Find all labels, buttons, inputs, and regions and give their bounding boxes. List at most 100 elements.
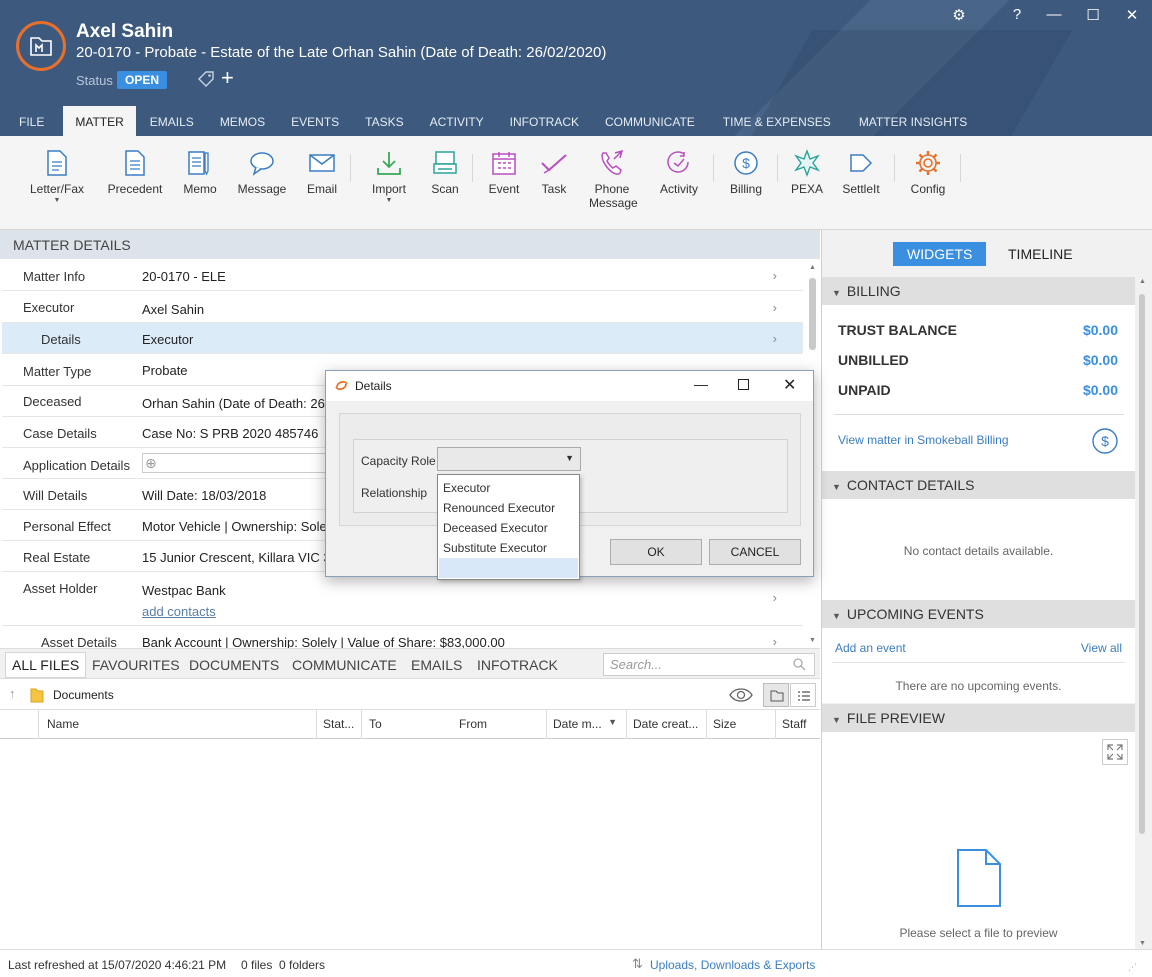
tab-matter-insights[interactable]: MATTER INSIGHTS <box>843 106 979 136</box>
tab-favourites[interactable]: FAVOURITES <box>92 657 180 673</box>
expand-button[interactable] <box>1102 739 1128 765</box>
add-tag-icon[interactable]: + <box>221 67 234 89</box>
right-panel-tabs: WIDGETS TIMELINE <box>822 230 1152 276</box>
events-section-header[interactable]: ▼ UPCOMING EVENTS <box>822 600 1135 628</box>
tab-infotrack[interactable]: INFOTRACK <box>496 106 591 136</box>
minimize-icon[interactable]: — <box>694 376 708 392</box>
phone-message-button[interactable]: Phone Message <box>589 148 638 210</box>
column-name[interactable]: Name <box>38 710 316 739</box>
scrollbar-thumb[interactable] <box>809 278 816 350</box>
right-panel-scrollbar[interactable]: ▲ ▼ <box>1139 278 1146 948</box>
letter-fax-button[interactable]: Letter/Fax ▼ <box>28 148 86 204</box>
dropdown-option-deceased-executor[interactable]: Deceased Executor <box>439 518 578 538</box>
tab-infotrack[interactable]: INFOTRACK <box>477 657 558 673</box>
tab-widgets[interactable]: WIDGETS <box>893 242 987 266</box>
column-status[interactable]: Stat... <box>316 710 361 739</box>
detail-value: Case No: S PRB 2020 485746 <box>142 426 319 441</box>
detail-row-asset-details[interactable]: Asset Details Bank Account | Ownership: … <box>2 626 803 648</box>
scrollbar-thumb[interactable] <box>1139 294 1145 834</box>
column-size[interactable]: Size <box>706 710 775 739</box>
add-icon[interactable]: ⊕ <box>145 455 157 471</box>
tab-memos[interactable]: MEMOS <box>206 106 277 136</box>
folder-view-button[interactable] <box>763 683 789 707</box>
tab-timeline[interactable]: TIMELINE <box>994 242 1087 266</box>
status-badge[interactable]: OPEN <box>117 71 168 89</box>
view-in-billing-link[interactable]: View matter in Smokeball Billing <box>838 433 1009 447</box>
list-view-button[interactable] <box>790 683 816 707</box>
gear-icon[interactable]: ⚙ <box>949 6 969 24</box>
preview-section-header[interactable]: ▼ FILE PREVIEW <box>822 704 1135 732</box>
application-details-input[interactable]: ⊕ <box>142 453 332 473</box>
maximize-icon[interactable] <box>738 379 749 390</box>
help-icon[interactable]: ? <box>1007 6 1027 23</box>
close-icon[interactable]: ✕ <box>1122 6 1142 24</box>
cancel-button[interactable]: CANCEL <box>709 539 801 565</box>
tab-communicate[interactable]: COMMUNICATE <box>292 657 397 673</box>
scroll-up-icon[interactable]: ▲ <box>809 264 816 271</box>
column-staff[interactable]: Staff <box>775 710 820 739</box>
billing-section-header[interactable]: ▼ BILLING <box>822 277 1135 305</box>
settleit-label: SettleIt <box>842 182 880 196</box>
message-button[interactable]: Message <box>236 148 288 196</box>
billing-widget: TRUST BALANCE $0.00 UNBILLED $0.00 UNPAI… <box>822 305 1135 472</box>
uploads-downloads-link[interactable]: Uploads, Downloads & Exports <box>650 958 815 972</box>
tab-all-files[interactable]: ALL FILES <box>5 652 87 678</box>
column-date-created[interactable]: Date creat... <box>626 710 706 739</box>
unpaid-value: $0.00 <box>1082 382 1118 398</box>
tab-documents[interactable]: DOCUMENTS <box>189 657 279 673</box>
column-to[interactable]: To <box>361 710 453 739</box>
detail-row-details[interactable]: Details Executor › <box>2 323 803 354</box>
detail-row-executor[interactable]: Executor Axel Sahin › <box>2 291 803 323</box>
scroll-up-icon[interactable]: ▲ <box>1139 278 1146 285</box>
detail-row-matter-info[interactable]: Matter Info 20-0170 - ELE › <box>2 260 803 291</box>
memo-button[interactable]: Memo <box>180 148 220 196</box>
billing-button[interactable]: $ Billing <box>727 148 765 196</box>
dropdown-option-blank[interactable] <box>439 558 578 578</box>
view-all-events-link[interactable]: View all <box>1081 641 1122 655</box>
breadcrumb[interactable]: Documents <box>53 688 114 702</box>
tab-tasks[interactable]: TASKS <box>351 106 415 136</box>
eye-icon[interactable] <box>729 687 753 703</box>
precedent-button[interactable]: Precedent <box>105 148 165 196</box>
settleit-button[interactable]: SettleIt <box>838 148 884 196</box>
file-search-input[interactable]: Search... <box>603 653 815 676</box>
scroll-down-icon[interactable]: ▼ <box>809 637 816 644</box>
resize-grip-icon[interactable]: ⋰ <box>1128 962 1138 973</box>
column-from[interactable]: From <box>453 710 546 739</box>
tab-time-expenses[interactable]: TIME & EXPENSES <box>707 106 843 136</box>
activity-button[interactable]: Activity <box>657 148 701 196</box>
contact-section-header[interactable]: ▼ CONTACT DETAILS <box>822 471 1135 499</box>
detail-row-asset-holder[interactable]: Asset Holder Westpac Bank add contacts › <box>2 572 803 626</box>
task-button[interactable]: Task <box>538 148 570 196</box>
column-date-modified[interactable]: Date m... ▼ <box>546 710 626 739</box>
email-button[interactable]: Email <box>303 148 341 196</box>
event-button[interactable]: Event <box>486 148 522 196</box>
config-button[interactable]: Config <box>907 148 949 196</box>
scan-button[interactable]: Scan <box>428 148 462 196</box>
tab-activity[interactable]: ACTIVITY <box>416 106 496 136</box>
tag-icon[interactable] <box>197 70 215 91</box>
folder-outline-icon <box>770 690 784 702</box>
tab-file[interactable]: FILE <box>0 106 63 136</box>
dropdown-option-substitute-executor[interactable]: Substitute Executor <box>439 538 578 558</box>
maximize-icon[interactable]: ☐ <box>1083 6 1103 24</box>
transfer-icon: ⇅ <box>632 956 643 971</box>
tab-emails[interactable]: EMAILS <box>136 106 206 136</box>
minimize-icon[interactable]: — <box>1044 6 1064 23</box>
pexa-button[interactable]: PEXA <box>790 148 824 196</box>
import-button[interactable]: Import ▼ <box>368 148 410 204</box>
capacity-role-select[interactable]: ▼ <box>437 447 581 471</box>
tab-events[interactable]: EVENTS <box>277 106 351 136</box>
dollar-icon[interactable]: $ <box>1091 427 1119 455</box>
dropdown-option-renounced-executor[interactable]: Renounced Executor <box>439 498 578 518</box>
tab-communicate[interactable]: COMMUNICATE <box>591 106 707 136</box>
scroll-down-icon[interactable]: ▼ <box>1139 940 1146 947</box>
add-contacts-link[interactable]: add contacts <box>142 604 216 619</box>
ok-button[interactable]: OK <box>610 539 702 565</box>
tab-emails[interactable]: EMAILS <box>411 657 462 673</box>
up-arrow-icon[interactable]: ↑ <box>9 686 16 701</box>
tab-matter[interactable]: MATTER <box>63 106 136 136</box>
dropdown-option-executor[interactable]: Executor <box>439 478 578 498</box>
close-icon[interactable]: ✕ <box>783 375 796 395</box>
add-event-link[interactable]: Add an event <box>835 641 906 655</box>
